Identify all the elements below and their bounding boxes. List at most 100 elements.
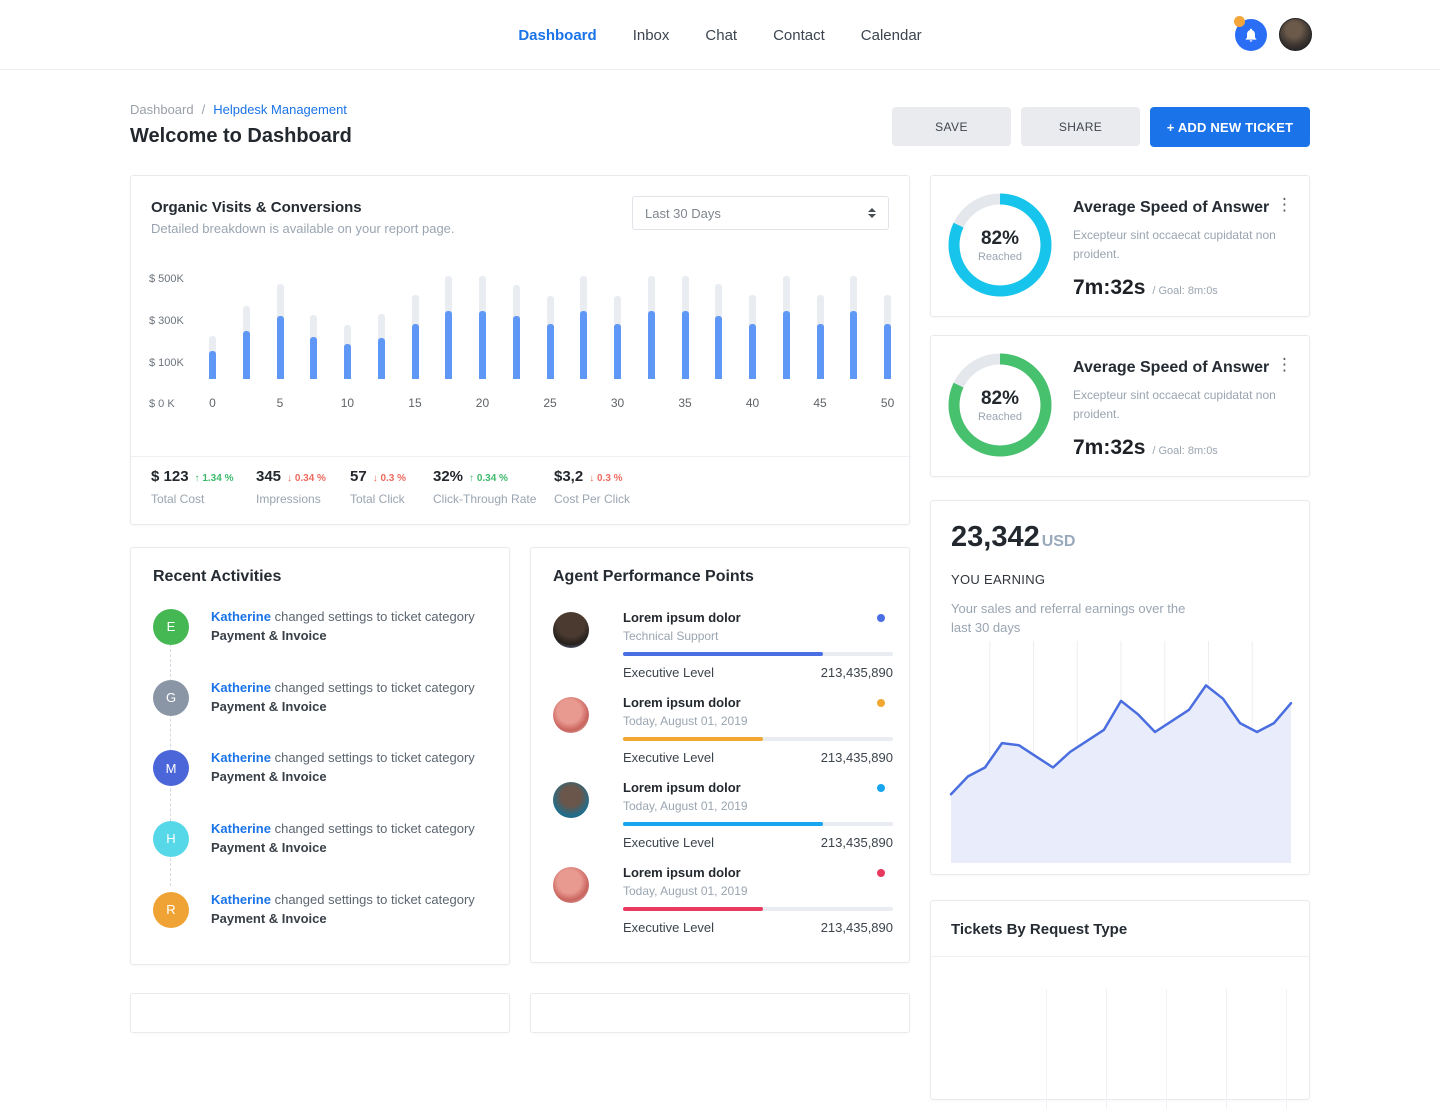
divider [931, 956, 1309, 957]
nav-item-chat[interactable]: Chat [705, 27, 737, 44]
activity-text: Katherine changed settings to ticket cat… [211, 679, 475, 717]
stat-label: Impressions [256, 492, 326, 506]
breadcrumb: Dashboard / Helpdesk Management [130, 102, 347, 117]
progress-track [623, 737, 893, 741]
avatar: E [153, 609, 189, 645]
avatar: G [153, 680, 189, 716]
bar [344, 276, 351, 379]
activity-user-link[interactable]: Katherine [211, 750, 271, 765]
period-select-value: Last 30 Days [645, 206, 868, 221]
stat-delta: ↑ 1.34 % [195, 473, 234, 484]
save-button[interactable]: SAVE [892, 107, 1011, 146]
bar-chart [209, 276, 891, 379]
bar [817, 276, 824, 379]
avatar [553, 612, 589, 648]
activity-user-link[interactable]: Katherine [211, 609, 271, 624]
agent-name: Lorem ipsum dolor [623, 610, 893, 625]
progress-fill [623, 737, 763, 741]
recent-activities-card: Recent Activities E Katherine changed se… [130, 547, 510, 965]
delta-arrow-icon: ↑ [195, 473, 200, 484]
agent-item[interactable]: Lorem ipsum dolor Today, August 01, 2019… [531, 780, 909, 844]
progress-fill [623, 822, 823, 826]
nav-item-inbox[interactable]: Inbox [633, 27, 670, 44]
organic-card-subtitle: Detailed breakdown is available on your … [151, 221, 455, 236]
organic-visits-card: Organic Visits & Conversions Detailed br… [130, 175, 910, 525]
activity-user-link[interactable]: Katherine [211, 892, 271, 907]
main-nav: Dashboard Inbox Chat Contact Calendar [0, 0, 1440, 70]
user-avatar[interactable] [1279, 18, 1312, 51]
status-dot [877, 614, 885, 622]
delta-arrow-icon: ↓ [589, 473, 594, 484]
bar [479, 276, 486, 379]
nav-item-dashboard[interactable]: Dashboard [518, 27, 596, 44]
nav-item-contact[interactable]: Contact [773, 27, 825, 44]
tickets-card-title: Tickets By Request Type [951, 921, 1127, 938]
activity-item[interactable]: H Katherine changed settings to ticket c… [131, 820, 509, 858]
delta-arrow-icon: ↑ [469, 473, 474, 484]
bar [513, 276, 520, 379]
stat-item: $3,2 ↓ 0.3 % Cost Per Click [554, 468, 630, 506]
notifications-button[interactable] [1235, 19, 1267, 51]
activity-category: Payment & Invoice [211, 628, 327, 643]
activity-user-link[interactable]: Katherine [211, 680, 271, 695]
stat-value: 57 [350, 468, 367, 485]
activity-text: Katherine changed settings to ticket cat… [211, 820, 475, 858]
kebab-menu-icon[interactable]: ⋮ [1276, 196, 1293, 213]
period-select[interactable]: Last 30 Days [632, 196, 889, 230]
bar-chart-x-axis: 05101520253035404550 [209, 396, 891, 410]
speed-card-desc: Excepteur sint occaecat cupidatat non pr… [1073, 226, 1278, 263]
breadcrumb-current[interactable]: Helpdesk Management [213, 102, 347, 117]
earnings-card: 23,342 USD YOU EARNING Your sales and re… [930, 500, 1310, 875]
agent-name: Lorem ipsum dolor [623, 695, 893, 710]
activity-item[interactable]: E Katherine changed settings to ticket c… [131, 608, 509, 646]
agent-item[interactable]: Lorem ipsum dolor Technical Support Exec… [531, 610, 909, 674]
agent-name: Lorem ipsum dolor [623, 780, 893, 795]
stat-item: 345 ↓ 0.34 % Impressions [256, 468, 326, 506]
earnings-label: YOU EARNING [951, 572, 1045, 587]
agent-meta: Today, August 01, 2019 [623, 714, 893, 728]
agent-item[interactable]: Lorem ipsum dolor Today, August 01, 2019… [531, 695, 909, 759]
bar [580, 276, 587, 379]
breadcrumb-separator: / [202, 102, 206, 117]
organic-card-title: Organic Visits & Conversions [151, 199, 362, 216]
agent-level: Executive Level [623, 835, 714, 850]
bar [682, 276, 689, 379]
activity-item[interactable]: M Katherine changed settings to ticket c… [131, 749, 509, 787]
agent-meta: Today, August 01, 2019 [623, 799, 893, 813]
bar [850, 276, 857, 379]
activity-category: Payment & Invoice [211, 769, 327, 784]
stat-item: 57 ↓ 0.3 % Total Click [350, 468, 406, 506]
status-dot [877, 699, 885, 707]
nav-item-calendar[interactable]: Calendar [861, 27, 922, 44]
stat-value: 32% [433, 468, 463, 485]
agent-item[interactable]: Lorem ipsum dolor Today, August 01, 2019… [531, 865, 909, 929]
progress-track [623, 907, 893, 911]
activity-category: Payment & Invoice [211, 911, 327, 926]
breadcrumb-dashboard[interactable]: Dashboard [130, 102, 194, 117]
kebab-menu-icon[interactable]: ⋮ [1276, 356, 1293, 373]
stat-label: Total Cost [151, 492, 233, 506]
donut-chart: 82% Reached [948, 193, 1052, 297]
add-new-ticket-button[interactable]: + ADD NEW TICKET [1150, 107, 1310, 147]
status-dot [877, 869, 885, 877]
stat-delta: ↓ 0.3 % [589, 473, 622, 484]
donut-chart: 82% Reached [948, 353, 1052, 457]
donut-caption: Reached [978, 411, 1022, 423]
agent-points: 213,435,890 [821, 920, 893, 935]
stat-delta: ↑ 0.34 % [469, 473, 508, 484]
status-dot [877, 784, 885, 792]
activity-item[interactable]: G Katherine changed settings to ticket c… [131, 679, 509, 717]
delta-arrow-icon: ↓ [373, 473, 378, 484]
bar [884, 276, 891, 379]
share-button[interactable]: SHARE [1021, 107, 1140, 146]
bar [310, 276, 317, 379]
activity-user-link[interactable]: Katherine [211, 821, 271, 836]
progress-fill [623, 907, 763, 911]
stat-item: $ 123 ↑ 1.34 % Total Cost [151, 468, 233, 506]
divider [131, 456, 911, 457]
agent-points: 213,435,890 [821, 750, 893, 765]
activity-item[interactable]: R Katherine changed settings to ticket c… [131, 891, 509, 929]
bell-icon [1243, 27, 1259, 43]
stat-label: Total Click [350, 492, 406, 506]
speed-goal: / Goal: 8m:0s [1152, 285, 1217, 297]
